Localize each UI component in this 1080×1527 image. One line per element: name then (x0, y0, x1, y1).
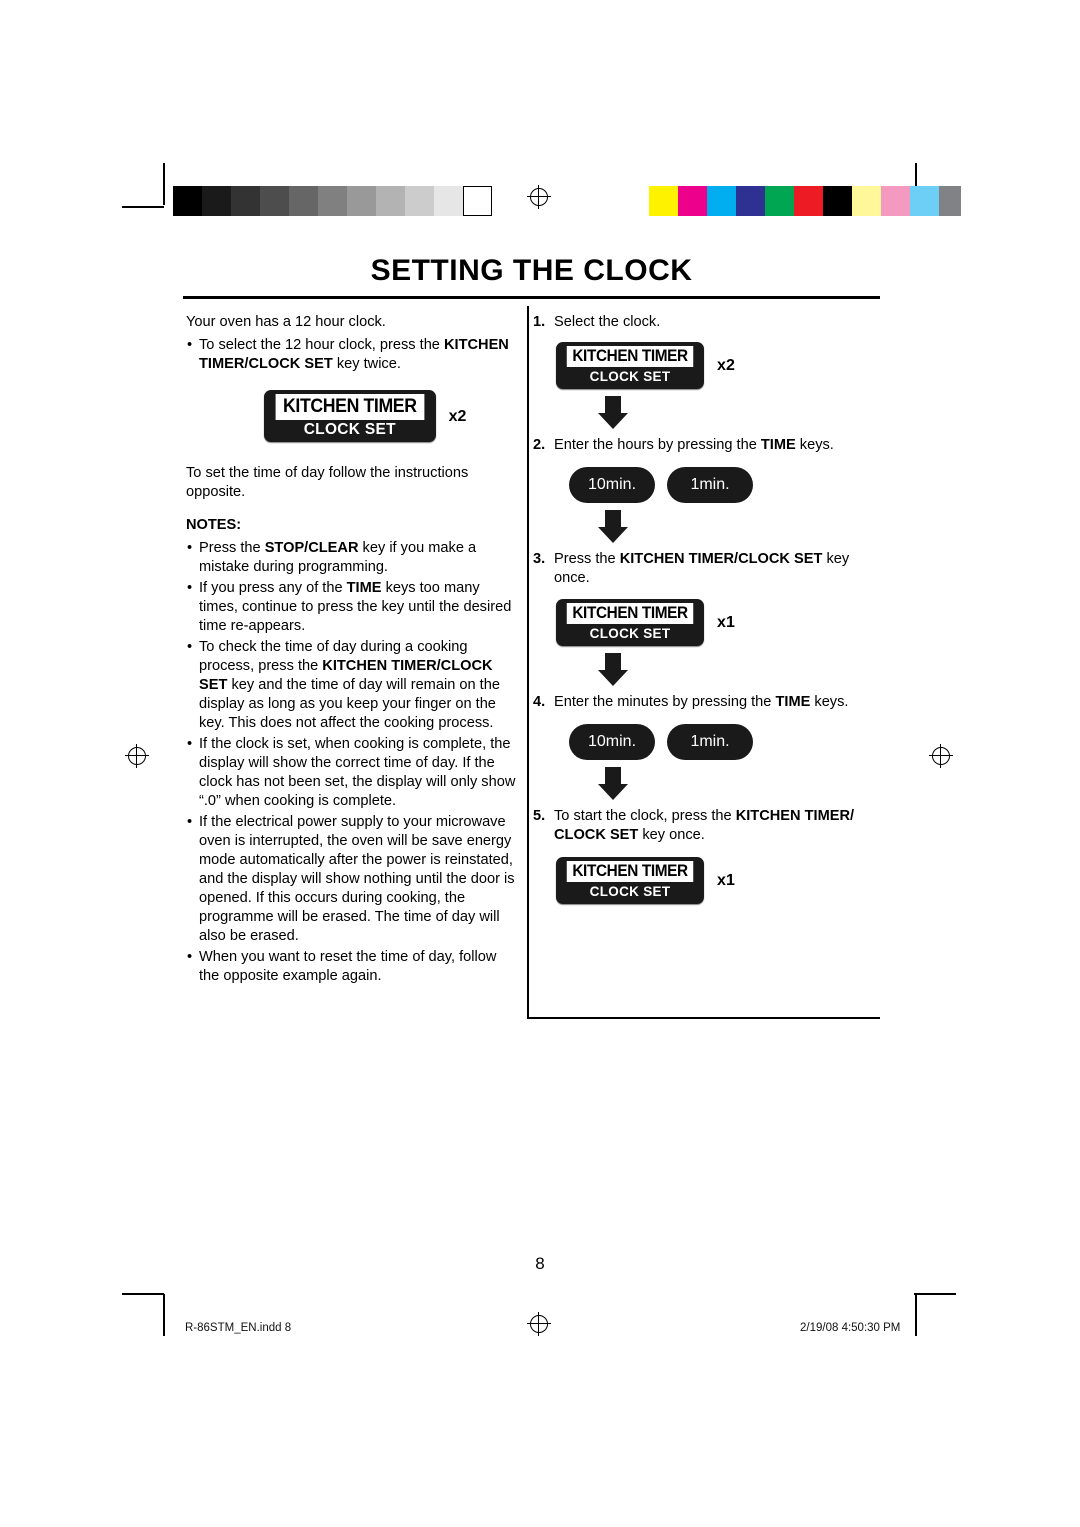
step-text-a: Press the (554, 551, 620, 567)
step-text-a: Select the clock. (554, 314, 661, 330)
step-text: To start the clock, press the KITCHEN TI… (554, 807, 880, 845)
one-min-key: 1min. (667, 724, 753, 760)
kitchen-timer-clock-set-key: KITCHEN TIMER CLOCK SET (556, 857, 705, 904)
right-column-divider (527, 306, 529, 1019)
key-label-line2: CLOCK SET (589, 884, 671, 899)
step-text-a: Enter the hours by pressing the (554, 437, 761, 453)
bullet-text-c: key twice. (332, 356, 401, 372)
key-label-line2: CLOCK SET (589, 369, 671, 384)
step-text-bold: KITCHEN TIMER/CLOCK SET (619, 551, 823, 567)
grayscale-color-bar (173, 186, 492, 216)
key-press-count: x1 (717, 872, 735, 889)
footer-timestamp: 2/19/08 4:50:30 PM (800, 1322, 901, 1334)
crop-mark-bottom-left-v (163, 1294, 165, 1336)
note-item: Press the STOP/CLEAR key if you make a m… (186, 539, 516, 577)
crop-mark-top-left-h (122, 206, 164, 208)
step3-key-graphic: KITCHEN TIMER CLOCK SET x1 (556, 599, 880, 646)
step-3: 3. Press the KITCHEN TIMER/CLOCK SET key… (533, 550, 880, 588)
right-column: 1. Select the clock. KITCHEN TIMER CLOCK… (533, 313, 880, 904)
step-text-a: To start the clock, press the (554, 808, 736, 824)
step5-key-graphic: KITCHEN TIMER CLOCK SET x1 (556, 857, 880, 904)
crop-mark-bottom-right-v (915, 1294, 917, 1336)
note-item: To check the time of day during a cookin… (186, 638, 516, 733)
step1-key-graphic: KITCHEN TIMER CLOCK SET x2 (556, 342, 880, 389)
key-press-count: x1 (717, 614, 735, 631)
registration-mark-top-center (527, 185, 551, 209)
step-text-c: key once. (638, 827, 705, 843)
ten-min-key: 10min. (569, 467, 655, 503)
key-label-line2: CLOCK SET (303, 421, 396, 438)
bullet-select-12-hour: To select the 12 hour clock, press the K… (186, 336, 516, 374)
notes-heading: NOTES: (186, 517, 242, 533)
step-number: 3. (533, 551, 546, 567)
note-item: If you press any of the TIME keys too ma… (186, 579, 516, 636)
kitchen-timer-clock-set-key: KITCHEN TIMER CLOCK SET (556, 599, 705, 646)
flow-arrow-icon (593, 396, 633, 429)
note-text-a: If you press any of the (199, 580, 347, 596)
note-text-a: If the clock is set, when cooking is com… (199, 736, 516, 809)
one-min-key: 1min. (667, 467, 753, 503)
key-label-line1: KITCHEN TIMER (566, 861, 694, 882)
note-item: If the electrical power supply to your m… (186, 813, 516, 946)
flow-arrow-icon (593, 653, 633, 686)
title-divider (183, 296, 880, 299)
left-column: Your oven has a 12 hour clock. To select… (186, 313, 516, 988)
step-text-c: keys. (810, 694, 849, 710)
crop-mark-bottom-left-h (122, 1293, 164, 1295)
note-text-a: Press the (199, 540, 265, 556)
bullet-text-a: To select the 12 hour clock, press the (199, 337, 444, 353)
step-text: Press the KITCHEN TIMER/CLOCK SET key on… (554, 550, 880, 588)
key-press-count: x2 (717, 357, 735, 374)
note-text-c: key and the time of day will remain on t… (199, 677, 500, 731)
time-keys-minutes: 10min. 1min. (569, 724, 880, 760)
note-text-a: When you want to reset the time of day, … (199, 949, 497, 984)
ten-min-key: 10min. (569, 724, 655, 760)
right-column-bottom-rule (527, 1017, 880, 1019)
key-label-line1: KITCHEN TIMER (566, 346, 694, 367)
key-label-line1: KITCHEN TIMER (275, 394, 425, 420)
crop-mark-bottom-right-h (914, 1293, 956, 1295)
kitchen-timer-clock-set-key: KITCHEN TIMER CLOCK SET (556, 342, 705, 389)
step-text-c: keys. (795, 437, 834, 453)
key-label-line1: KITCHEN TIMER (566, 603, 694, 624)
page-title: SETTING THE CLOCK (370, 254, 693, 287)
intro-text: Your oven has a 12 hour clock. (186, 314, 386, 330)
step-2: 2. Enter the hours by pressing the TIME … (533, 436, 880, 455)
note-text-bold: STOP/CLEAR (264, 540, 359, 556)
step-1: 1. Select the clock. (533, 313, 880, 332)
key-press-count: x2 (448, 407, 467, 425)
step-number: 4. (533, 694, 546, 710)
step-text-bold: TIME (760, 437, 796, 453)
note-item: If the clock is set, when cooking is com… (186, 735, 516, 811)
kitchen-timer-clock-set-key: KITCHEN TIMER CLOCK SET (264, 390, 436, 442)
note-text-bold: TIME (346, 580, 382, 596)
registration-mark-right (929, 744, 953, 768)
note-item: When you want to reset the time of day, … (186, 948, 516, 986)
step-text-bold: TIME (775, 694, 811, 710)
step-4: 4. Enter the minutes by pressing the TIM… (533, 693, 880, 712)
step-text: Enter the hours by pressing the TIME key… (554, 436, 880, 455)
time-keys-hours: 10min. 1min. (569, 467, 880, 503)
step-text-a: Enter the minutes by pressing the (554, 694, 776, 710)
flow-arrow-icon (593, 510, 633, 543)
crop-mark-top-left-v (163, 163, 165, 205)
step-text: Select the clock. (554, 313, 880, 332)
registration-mark-left (125, 744, 149, 768)
step-number: 2. (533, 437, 546, 453)
registration-mark-bottom-center (527, 1312, 551, 1336)
flow-arrow-icon (593, 767, 633, 800)
set-time-instruction: To set the time of day follow the instru… (186, 465, 469, 500)
step-5: 5. To start the clock, press the KITCHEN… (533, 807, 880, 845)
process-color-bar (627, 186, 961, 216)
kitchen-timer-clock-set-key-graphic-left: KITCHEN TIMER CLOCK SET x2 (264, 390, 516, 442)
key-label-line2: CLOCK SET (589, 626, 671, 641)
page-number: 8 (535, 1254, 545, 1273)
step-number: 5. (533, 808, 546, 824)
step-text: Enter the minutes by pressing the TIME k… (554, 693, 880, 712)
footer-file-name: R-86STM_EN.indd 8 (185, 1322, 292, 1334)
step-number: 1. (533, 314, 546, 330)
note-text-a: If the electrical power supply to your m… (199, 814, 515, 944)
